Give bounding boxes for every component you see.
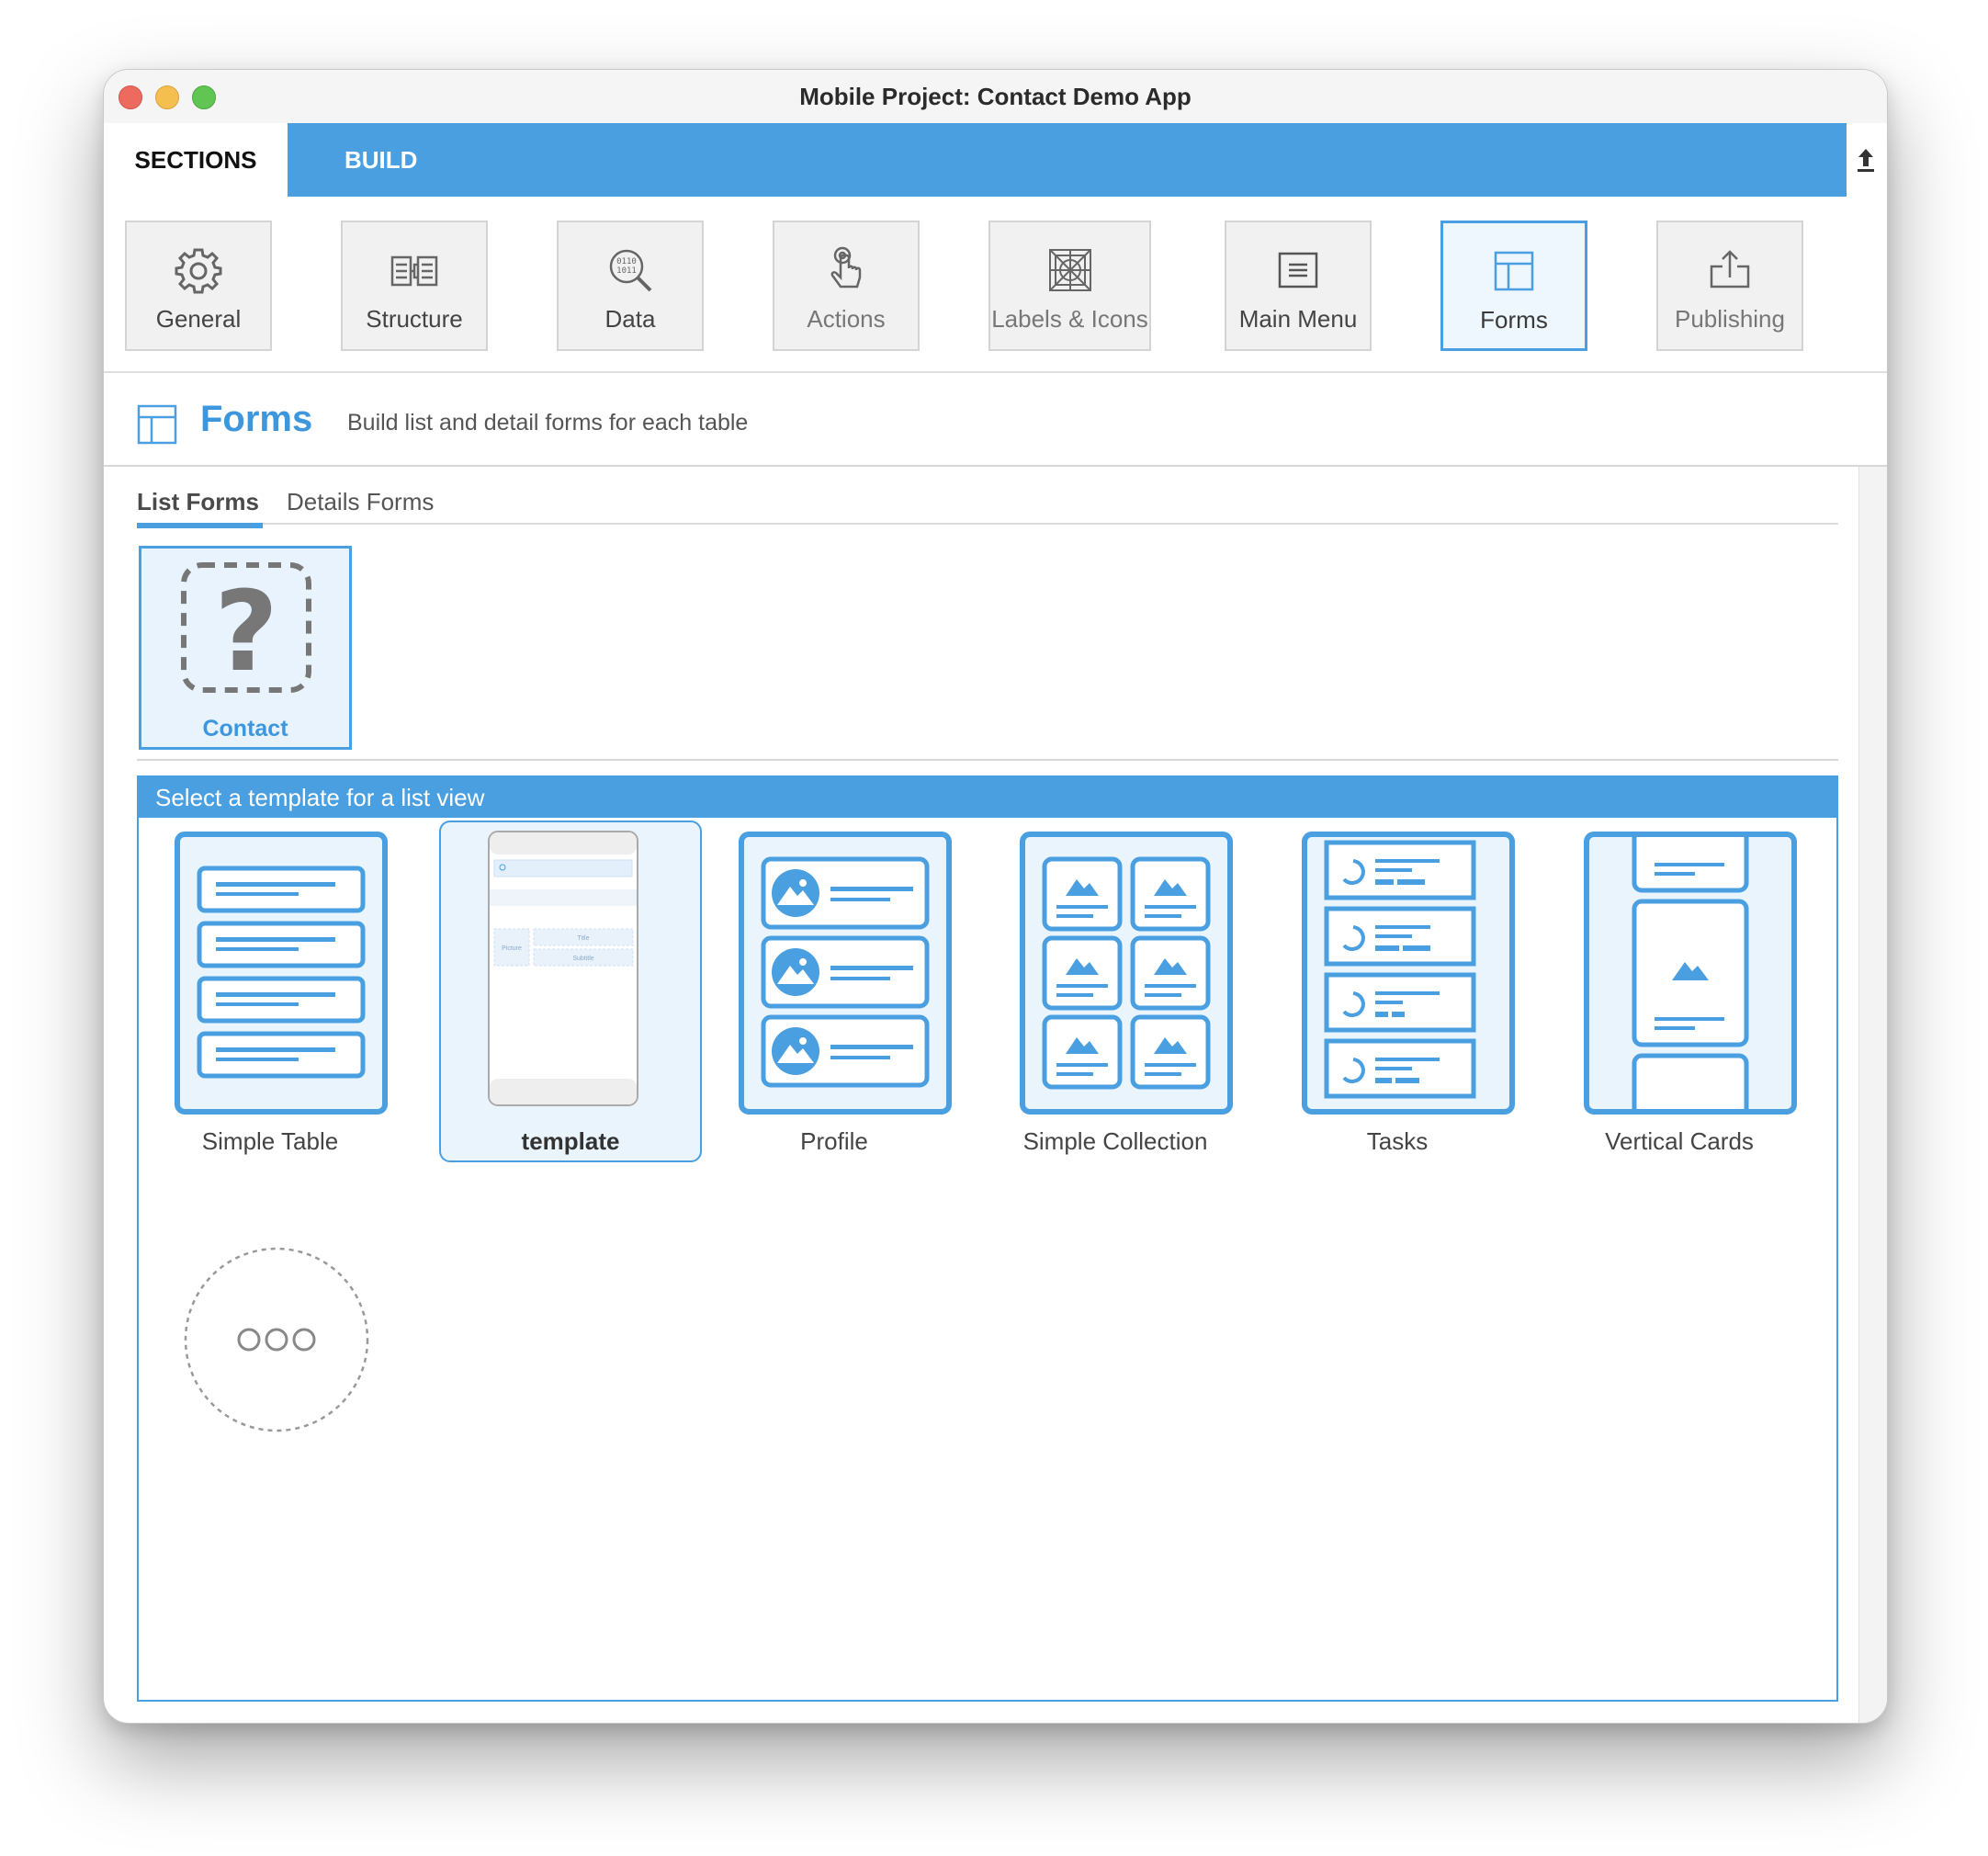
template-panel: Select a template for a list view Simple… [137, 775, 1838, 1702]
template-label: template [521, 1127, 620, 1155]
preview-picture-text: Picture [502, 945, 522, 952]
template-panel-header: Select a template for a list view [139, 777, 1836, 818]
toolbar-main-menu-button[interactable]: Main Menu [1225, 221, 1372, 351]
tap-icon [830, 246, 862, 289]
template-thumbnail: Picture Title Subtitle [488, 831, 638, 1106]
svg-text:0110: 0110 [616, 257, 637, 266]
toolbar-structure-button[interactable]: Structure [341, 221, 488, 351]
toolbar-structure-label: Structure [366, 305, 463, 333]
toolbar-general-button[interactable]: General [125, 221, 272, 351]
preview-title-text: Title [578, 935, 590, 942]
menu-icon [1278, 252, 1318, 289]
title-bar: Mobile Project: Contact Demo App [104, 70, 1887, 124]
upload-icon[interactable] [1855, 146, 1877, 174]
template-label: Simple Table [201, 1127, 339, 1155]
toolbar-labels-icons-label: Labels & Icons [991, 305, 1148, 333]
tab-list-forms[interactable]: List Forms [137, 488, 259, 516]
simple-collection-thumbnail [1020, 832, 1233, 1115]
top-tab-bar: SECTIONS BUILD [104, 123, 1887, 197]
template-tasks[interactable]: Tasks [1266, 818, 1529, 1161]
preview-subtitle-text: Subtitle [572, 956, 593, 962]
structure-icon [390, 255, 438, 287]
vertical-cards-thumbnail [1584, 832, 1797, 1115]
form-type-tabs: List Forms Details Forms [137, 488, 1838, 528]
toolbar-actions-label: Actions [807, 305, 886, 333]
app-window: Mobile Project: Contact Demo App SECTION… [103, 69, 1888, 1724]
question-icon: ? [181, 562, 311, 696]
tab-build[interactable]: BUILD [288, 123, 1847, 197]
svg-text:1011: 1011 [616, 266, 637, 276]
template-label: Vertical Cards [1605, 1127, 1754, 1155]
svg-text:?: ? [214, 569, 278, 696]
forms-icon [1494, 251, 1534, 291]
table-item-label: Contact [202, 716, 288, 741]
toolbar-forms-button[interactable]: Forms [1440, 221, 1587, 351]
table-item-contact[interactable]: ? Contact [139, 546, 352, 750]
toolbar-general-label: General [155, 305, 242, 333]
toolbar-labels-icons-button[interactable]: Labels & Icons [988, 221, 1151, 351]
section-header: Forms Build list and detail forms for ea… [104, 373, 1887, 467]
section-toolbar: General Structure 0110 1011 Data Actions… [104, 197, 1887, 373]
toolbar-publishing-label: Publishing [1675, 305, 1785, 333]
gear-icon [175, 248, 222, 294]
vertical-scrollbar[interactable] [1858, 467, 1887, 1723]
template-template[interactable]: Picture Title Subtitle template [439, 818, 702, 1162]
template-vertical-cards[interactable]: Vertical Cards [1548, 818, 1811, 1161]
toolbar-main-menu-label: Main Menu [1238, 305, 1358, 333]
data-search-icon: 0110 1011 [609, 249, 652, 292]
template-simple-collection[interactable]: Simple Collection [984, 818, 1247, 1161]
labels-icons-icon [1048, 249, 1091, 291]
template-label: Simple Collection [1022, 1127, 1208, 1155]
tasks-thumbnail [1302, 832, 1515, 1115]
tab-details-forms[interactable]: Details Forms [287, 488, 434, 516]
publish-icon [1710, 250, 1750, 289]
page-description: Build list and detail forms for each tab… [347, 410, 749, 436]
page-title: Forms [200, 399, 313, 439]
template-label: Profile [800, 1127, 868, 1155]
active-tab-indicator [137, 523, 263, 528]
template-label: Tasks [1366, 1127, 1429, 1155]
window-title: Mobile Project: Contact Demo App [799, 83, 1192, 110]
toolbar-data-label: Data [604, 305, 656, 333]
forms-icon [137, 404, 177, 445]
toolbar-data-button[interactable]: 0110 1011 Data [557, 221, 704, 351]
template-simple-table[interactable]: Simple Table [139, 818, 401, 1161]
divider [137, 759, 1838, 761]
tab-sections[interactable]: SECTIONS [104, 123, 288, 197]
toolbar-actions-button[interactable]: Actions [773, 221, 920, 351]
template-profile[interactable]: Profile [703, 818, 966, 1161]
toolbar-forms-label: Forms [1480, 306, 1548, 334]
profile-thumbnail [739, 832, 952, 1115]
simple-table-thumbnail [175, 832, 388, 1115]
toolbar-publishing-button[interactable]: Publishing [1656, 221, 1803, 351]
more-icon[interactable] [183, 1246, 370, 1433]
